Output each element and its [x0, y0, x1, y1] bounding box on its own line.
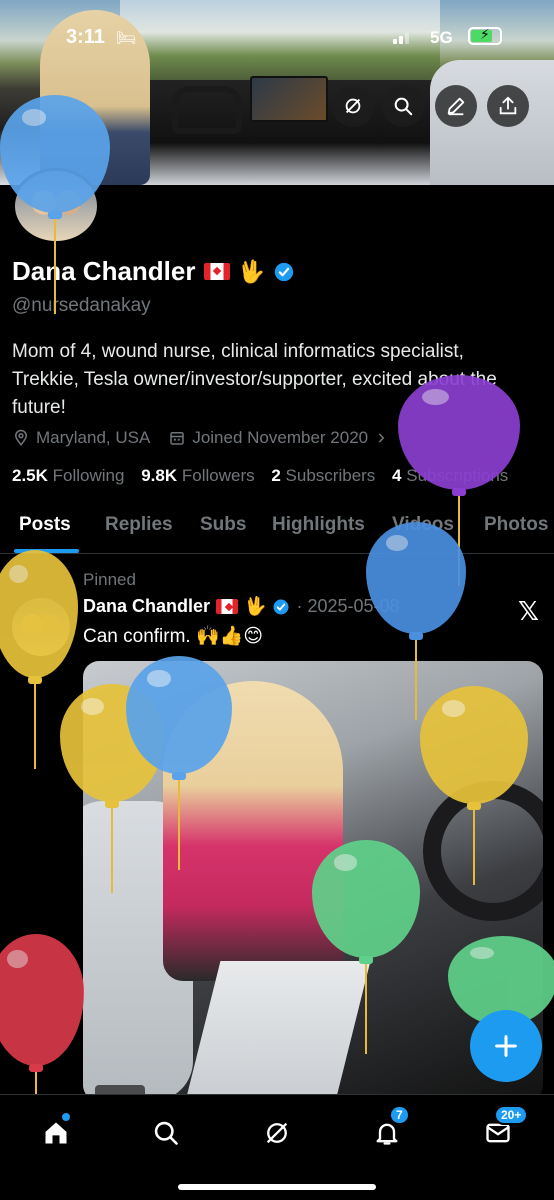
grok-icon: [266, 1122, 288, 1144]
network-label: 5G: [430, 28, 453, 47]
notifications-badge: 7: [389, 1105, 410, 1125]
profile-meta: Maryland, USA Joined November 2020: [12, 428, 406, 448]
tab-replies[interactable]: Replies: [105, 514, 173, 536]
chevron-right-icon: [378, 433, 385, 443]
messages-badge: 20+: [494, 1105, 529, 1125]
vulcan-salute-emoji: 🖖: [237, 258, 265, 284]
status-bar: 3:11 🛏 5G ⚡: [0, 22, 554, 52]
balloon-decoration: [126, 656, 232, 876]
battery-icon: ⚡: [468, 26, 502, 45]
edit-profile-button[interactable]: [435, 85, 477, 127]
nav-home[interactable]: [36, 1113, 76, 1153]
signal-icon: [393, 30, 413, 44]
sleep-focus-icon: 🛏: [116, 30, 137, 47]
canada-flag-icon: [216, 599, 239, 614]
verified-badge-icon: [273, 599, 289, 614]
post-text: Can confirm. 🙌👍😊: [83, 626, 264, 647]
tab-posts[interactable]: Posts: [19, 514, 71, 536]
search-icon: [394, 97, 413, 116]
calendar-icon: [170, 432, 185, 445]
grok-icon: [345, 98, 361, 114]
banner-steering-wheel: [172, 86, 242, 134]
x-logo-icon: 𝕏: [518, 596, 539, 626]
profile-joined[interactable]: Joined November 2020: [168, 428, 388, 448]
home-indicator: [178, 1184, 376, 1190]
plus-icon: [495, 1035, 517, 1057]
nav-notifications[interactable]: 7: [367, 1105, 410, 1153]
subscribers-link[interactable]: 2 Subscribers: [271, 466, 375, 485]
status-time: 3:11: [66, 26, 105, 48]
nav-search[interactable]: [146, 1113, 186, 1153]
followers-link[interactable]: 9.8K Followers: [141, 466, 254, 485]
nav-grok[interactable]: [257, 1113, 297, 1153]
home-icon: [45, 1122, 67, 1144]
pinned-label: Pinned: [83, 570, 136, 589]
share-button[interactable]: [487, 85, 529, 127]
balloon-decoration: [420, 686, 528, 891]
following-link[interactable]: 2.5K Following: [12, 466, 124, 485]
location-icon: [14, 429, 28, 446]
home-unread-dot: [62, 1113, 70, 1121]
compose-post-button[interactable]: [470, 1010, 542, 1082]
canada-flag-icon: [203, 263, 230, 280]
share-icon: [499, 96, 517, 115]
vulcan-salute-emoji: 🖖: [244, 596, 267, 616]
balloon-decoration: [312, 840, 420, 1060]
profile-location: Maryland, USA: [12, 428, 150, 448]
balloon-decoration: [0, 934, 84, 1108]
balloon-decoration: [0, 95, 110, 320]
nav-messages[interactable]: 20+: [478, 1105, 529, 1153]
tab-highlights[interactable]: Highlights: [272, 514, 365, 536]
search-icon: [154, 1121, 178, 1145]
joined-text: Joined November 2020: [192, 428, 369, 447]
verified-badge-icon[interactable]: [273, 261, 295, 283]
location-text: Maryland, USA: [36, 428, 151, 447]
banner-car-screen: [250, 76, 328, 122]
edit-icon: [447, 97, 465, 116]
post-author-name[interactable]: Dana Chandler: [83, 596, 210, 617]
post-header: Dana Chandler 🖖 · 2025-05-08: [83, 596, 400, 617]
grok-button[interactable]: [332, 85, 374, 127]
tab-subs[interactable]: Subs: [200, 514, 246, 536]
search-button[interactable]: [382, 85, 424, 127]
